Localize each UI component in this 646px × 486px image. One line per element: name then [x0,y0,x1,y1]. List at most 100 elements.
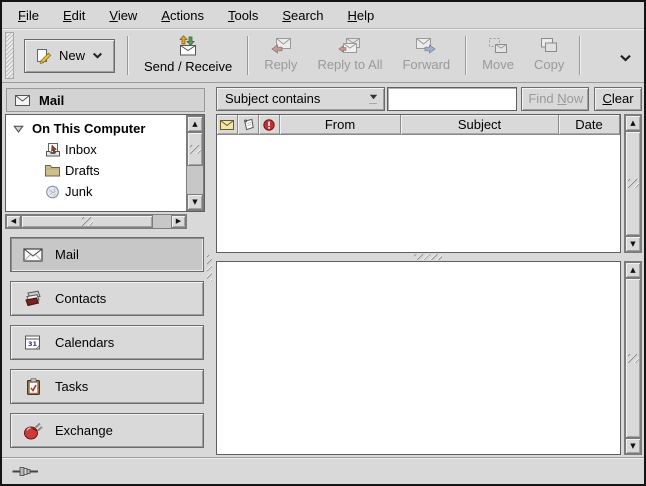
junk-icon [44,185,61,199]
tree-item-label: Junk [65,184,92,199]
switcher-calendars-button[interactable]: 31 Calendars [10,325,204,360]
preview-pane[interactable] [216,261,621,455]
window-body: Mail On This Computer [2,83,644,457]
scrollbar-trough[interactable] [625,131,641,236]
message-list-scrollbar[interactable]: ▲ ▼ [624,114,642,253]
reply-to-all-label: Reply to All [317,57,382,72]
compose-icon [36,48,52,64]
scroll-right-button[interactable]: ▶ [171,215,186,228]
column-message-status[interactable] [217,115,238,135]
arrow-right-icon: ▶ [176,218,181,225]
paned-resize-handle[interactable] [207,83,212,457]
menu-tools[interactable]: Tools [220,4,266,27]
tree-vertical-scrollbar[interactable]: ▲ ▼ [186,115,204,211]
scroll-up-button[interactable]: ▲ [625,262,641,278]
folder-icon [44,164,61,177]
tree-node-inbox[interactable]: Inbox [6,139,186,160]
menu-bar: File Edit View Actions Tools Search Help [2,2,644,29]
new-button[interactable]: New [24,39,115,73]
folder-tree: On This Computer Inbox [6,115,186,211]
message-list-body[interactable] [217,135,620,252]
message-list-panel: From Subject Date [216,114,621,253]
copy-button[interactable]: Copy [524,34,574,77]
scroll-up-button[interactable]: ▲ [187,116,203,132]
tree-node-junk[interactable]: Junk [6,181,186,202]
menu-edit[interactable]: Edit [55,4,93,27]
status-bar [2,457,644,484]
column-subject[interactable]: Subject [401,115,559,135]
chevron-down-icon [619,54,632,62]
tree-node-on-this-computer[interactable]: On This Computer [6,118,186,139]
forward-icon [415,37,437,54]
column-date[interactable]: Date [559,115,620,135]
scrollbar-trough[interactable] [625,278,641,438]
menu-actions[interactable]: Actions [153,4,212,27]
column-label: From [325,117,355,132]
scrollbar-thumb[interactable] [21,215,153,228]
scrollbar-thumb[interactable] [187,132,203,166]
clear-button[interactable]: Clear [594,87,642,111]
toolbar: New Send / Receive Reply [2,29,644,83]
scroll-up-button[interactable]: ▲ [625,115,641,131]
scroll-left-button[interactable]: ◀ [6,215,21,228]
reply-all-icon [338,37,362,54]
send-receive-icon [176,35,200,56]
evolution-window: File Edit View Actions Tools Search Help… [0,0,646,486]
reply-button[interactable]: Reply [254,34,307,77]
online-plug-icon [12,465,40,478]
arrow-down-icon: ▼ [630,241,635,248]
scroll-down-button[interactable]: ▼ [625,236,641,252]
menu-help[interactable]: Help [340,4,383,27]
toolbar-separator [247,36,249,75]
column-priority[interactable] [259,115,280,135]
scrollbar-thumb[interactable] [625,131,641,236]
reply-to-all-button[interactable]: Reply to All [307,34,392,77]
tasks-icon [26,378,41,396]
tree-node-drafts[interactable]: Drafts [6,160,186,181]
scroll-down-button[interactable]: ▼ [187,194,203,210]
search-filter-value: Subject contains [225,91,362,106]
grip-hatch [628,179,639,188]
contacts-icon [23,290,44,307]
toolbar-overflow-button[interactable] [617,48,634,67]
chevron-down-icon [92,52,103,59]
message-list-area: From Subject Date ▲ [216,114,642,253]
find-now-button[interactable]: Find Now [521,87,589,111]
switcher-mail-button[interactable]: Mail [10,237,204,272]
menu-file[interactable]: File [10,4,47,27]
scrollbar-thumb[interactable] [625,278,641,438]
move-button[interactable]: Move [472,34,524,77]
scroll-down-button[interactable]: ▼ [625,438,641,454]
switcher-exchange-button[interactable]: Exchange [10,413,204,448]
toolbar-separator [465,36,467,75]
switcher-label: Tasks [55,379,88,394]
dropdown-indicator [362,94,384,104]
column-from[interactable]: From [280,115,401,135]
toolbar-grip[interactable] [5,32,14,79]
preview-scrollbar[interactable]: ▲ ▼ [624,261,642,455]
expander-open-icon[interactable] [13,125,24,133]
svg-text:31: 31 [28,340,38,348]
send-receive-button[interactable]: Send / Receive [134,32,242,79]
switcher-contacts-button[interactable]: Contacts [10,281,204,316]
search-filter-dropdown[interactable]: Subject contains [216,87,385,111]
tree-horizontal-scrollbar[interactable]: ◀ ▶ [5,214,187,229]
forward-button[interactable]: Forward [392,34,460,77]
search-input[interactable] [387,87,517,111]
scrollbar-trough[interactable] [187,132,203,194]
send-receive-label: Send / Receive [144,59,232,74]
icon-cell: 31 [22,334,44,351]
menu-search[interactable]: Search [274,4,331,27]
toolbar-separator [579,36,581,75]
exchange-icon [23,422,43,440]
grip-hatch [190,145,201,154]
menu-view[interactable]: View [101,4,145,27]
arrow-down-icon: ▼ [192,199,197,206]
preview-splitter-handle[interactable] [212,253,644,261]
scrollbar-trough[interactable] [21,215,171,228]
message-status-icon [220,120,234,130]
copy-icon [539,37,559,54]
switcher-tasks-button[interactable]: Tasks [10,369,204,404]
column-attachment[interactable] [238,115,259,135]
mail-icon [23,248,43,262]
